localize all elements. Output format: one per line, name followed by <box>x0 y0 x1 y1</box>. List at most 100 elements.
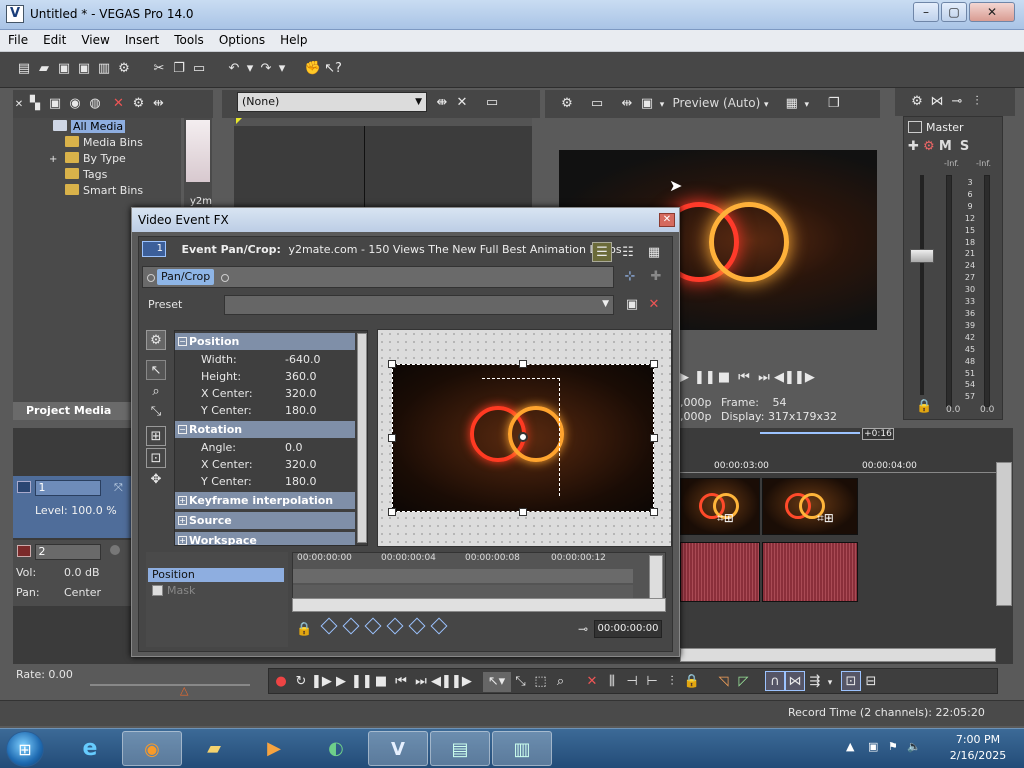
tree-all-media[interactable]: All Media <box>53 120 126 136</box>
help-icon[interactable]: ↖? <box>323 59 343 79</box>
preview-mode-arrow-icon[interactable]: ▾ <box>657 95 667 115</box>
video-fx-icon[interactable]: ▣ <box>637 94 657 114</box>
kf-sync-cursor-icon[interactable]: ⊸ <box>578 622 588 636</box>
undo-icon[interactable]: ↶ <box>224 59 244 79</box>
mixer-downmix-icon[interactable]: ⋈ <box>927 92 947 112</box>
move-point-tool-icon[interactable]: ⤡ <box>146 402 166 422</box>
new-icon[interactable]: ▤ <box>14 59 34 79</box>
save-icon[interactable]: ▣ <box>54 59 74 79</box>
view-compact-icon[interactable]: ☷ <box>618 243 638 263</box>
audio-record-icon[interactable] <box>110 545 120 555</box>
split-icon[interactable]: ⇹ <box>149 94 169 114</box>
overlays-dropdown-icon[interactable]: ▾ <box>802 95 812 115</box>
flag-icon[interactable]: ⚑ <box>888 740 898 753</box>
section-source[interactable]: + Source <box>175 512 355 529</box>
crop-handle-tr[interactable] <box>650 360 658 368</box>
media-player-icon[interactable]: ▶ <box>244 731 304 766</box>
overlays-icon[interactable]: ▦ <box>782 94 802 114</box>
marker-icon[interactable]: ◹ <box>714 672 734 692</box>
split-event-icon[interactable]: ⫶ <box>662 672 682 692</box>
menu-insert[interactable]: Insert <box>117 30 166 47</box>
kf-lock-icon[interactable]: 🔒 <box>296 622 312 637</box>
clip-pan-crop-icon[interactable]: ⌗⊞ <box>717 511 734 526</box>
crop-handle-ml[interactable] <box>388 434 396 442</box>
kf-track-position[interactable]: Position <box>148 568 284 582</box>
get-media-icon[interactable]: ◉ <box>65 94 85 114</box>
menu-edit[interactable]: Edit <box>35 30 73 47</box>
tree-tags[interactable]: Tags <box>65 168 107 184</box>
loop-icon[interactable]: ↻ <box>291 672 311 692</box>
network-app-icon[interactable]: ▤ <box>430 731 490 766</box>
remove-plugin-icon[interactable]: ✚ <box>646 267 666 287</box>
video-output-icon[interactable]: ▭ <box>587 94 607 114</box>
menu-help[interactable]: Help <box>272 30 314 47</box>
trimmer-option-icon[interactable]: ⇼ <box>432 93 452 113</box>
cut-icon[interactable]: ✂ <box>149 59 169 79</box>
property-grid-scrollbar[interactable] <box>357 333 367 543</box>
delete-icon[interactable]: ✕ <box>582 672 602 692</box>
app-icon[interactable]: ◐ <box>306 731 366 766</box>
crop-handle-tc[interactable] <box>519 360 527 368</box>
prop-y-center-row[interactable]: Y Center: 180.0 <box>175 402 355 419</box>
trimmer-window-icon[interactable]: ▭ <box>482 93 502 113</box>
stop-icon[interactable]: ■ <box>371 672 391 692</box>
network-icon[interactable]: ▣ <box>868 740 878 753</box>
mixer-settings-icon[interactable]: ⚙ <box>907 92 927 112</box>
trim-icon[interactable]: ⫼ <box>602 672 622 692</box>
panel-close-icon[interactable]: ✕ <box>13 95 25 115</box>
media-fx-icon[interactable]: ⚙ <box>129 94 149 114</box>
vol-value[interactable]: 0.0 dB <box>64 566 100 579</box>
kf-time-readout[interactable]: 00:00:00:00 <box>594 620 662 638</box>
menu-options[interactable]: Options <box>211 30 272 47</box>
clip-pan-crop-icon[interactable]: ⌗⊞ <box>817 511 834 526</box>
capture-icon[interactable]: ▣ <box>45 94 65 114</box>
video-track-header[interactable]: 1 ⤧ Level: 100.0 % <box>13 476 133 538</box>
preview-end-icon[interactable]: ⏭ <box>754 368 774 388</box>
crop-handle-tl[interactable] <box>388 360 396 368</box>
crop-handle-br[interactable] <box>650 508 658 516</box>
kf-track-mask[interactable]: Mask <box>148 584 284 598</box>
auto-crossfade-icon[interactable]: ⋈ <box>785 671 805 691</box>
kf-scrollbar[interactable] <box>649 555 663 599</box>
timeline-marker-label[interactable]: +0:16 <box>862 428 894 440</box>
audio-clip-2[interactable] <box>762 542 858 602</box>
event-tool-icon[interactable]: ✊ <box>303 59 323 79</box>
media-thumbnail[interactable]: y2m <box>184 118 212 208</box>
audio-track-header[interactable]: 2 Vol: 0.0 dB Pan: Center <box>13 540 133 606</box>
timeline-hscroll[interactable] <box>680 648 996 662</box>
plugin-chain-icon[interactable]: ⊹ <box>620 267 640 287</box>
render-icon[interactable]: ▥ <box>94 59 114 79</box>
rate-slider[interactable] <box>90 684 250 686</box>
track-motion-icon[interactable]: ⤧ <box>114 481 123 494</box>
copy-icon[interactable]: ❐ <box>169 59 189 79</box>
ripple-icon[interactable]: ⇶ <box>805 672 825 692</box>
save-preset-icon[interactable]: ▣ <box>622 295 642 315</box>
preview-next-frame-icon[interactable]: ❚▶ <box>794 368 815 388</box>
section-workspace[interactable]: + Workspace <box>175 532 355 545</box>
master-fader-handle[interactable] <box>910 249 934 263</box>
kf-hscroll[interactable] <box>292 598 666 612</box>
trimmer-delete-icon[interactable]: ✕ <box>452 93 472 113</box>
section-rotation[interactable]: − Rotation <box>175 421 355 438</box>
redo-dropdown-icon[interactable]: ▾ <box>276 59 288 79</box>
view-grid-icon[interactable]: ▦ <box>644 243 664 263</box>
expand-icon[interactable]: + <box>49 154 57 165</box>
import-media-icon[interactable]: ▚ <box>25 94 45 114</box>
chain-item-pan-crop[interactable]: Pan/Crop <box>157 269 215 285</box>
dialog-close-button[interactable]: ✕ <box>659 213 675 227</box>
preview-mode-dropdown-icon[interactable]: ▾ <box>760 95 772 115</box>
tree-media-bins[interactable]: Media Bins <box>65 136 143 152</box>
master-fx-icon[interactable]: ✚ <box>908 139 919 154</box>
ripple-dropdown-icon[interactable]: ▾ <box>825 673 835 693</box>
trim-end-icon[interactable]: ⊢ <box>642 672 662 692</box>
start-button[interactable]: ⊞ <box>6 731 44 767</box>
prop-x-center-row[interactable]: X Center: 320.0 <box>175 385 355 402</box>
preview-settings-icon[interactable]: ⚙ <box>557 94 577 114</box>
web-icon[interactable]: ◍ <box>85 94 105 114</box>
next-frame-icon[interactable]: ❚▶ <box>451 672 472 692</box>
last-keyframe-icon[interactable] <box>386 617 404 635</box>
section-keyframe-interpolation[interactable]: + Keyframe interpolation <box>175 492 355 509</box>
video-clip-1[interactable]: ⌗⊞ <box>680 478 760 535</box>
volume-icon[interactable]: 🔈 <box>907 740 921 753</box>
zoom-tool-icon[interactable]: ⌕ <box>146 382 166 402</box>
